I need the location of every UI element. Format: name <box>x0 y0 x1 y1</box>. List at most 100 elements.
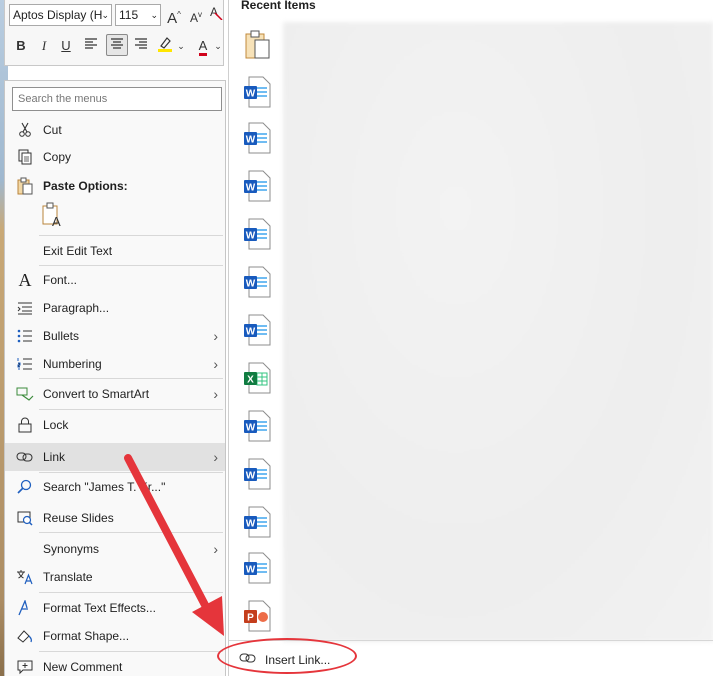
menu-label: Bullets <box>43 329 80 343</box>
word-doc-icon[interactable]: W <box>243 76 271 108</box>
paragraph-icon <box>15 298 35 318</box>
highlight-dropdown[interactable]: ⌄ <box>176 35 186 57</box>
scissors-icon <box>15 120 35 140</box>
search-icon <box>15 477 35 497</box>
menu-item-link[interactable]: Link › <box>5 443 225 471</box>
menu-separator <box>39 472 223 473</box>
menu-separator <box>39 592 223 593</box>
lock-icon <box>15 415 35 435</box>
menu-label: Paste Options: <box>43 179 128 193</box>
menu-item-copy[interactable]: Copy <box>5 144 225 170</box>
menu-label: Reuse Slides <box>43 511 114 525</box>
menu-item-translate[interactable]: Translate <box>5 564 225 590</box>
menu-label: Convert to SmartArt <box>43 387 150 401</box>
align-left-icon <box>85 38 97 49</box>
menu-label: Copy <box>43 150 72 164</box>
underline-button[interactable]: U <box>59 35 73 57</box>
word-doc-icon[interactable]: W <box>243 170 271 202</box>
menu-item-lock[interactable]: Lock <box>5 412 225 438</box>
svg-text:A: A <box>52 214 61 228</box>
menu-item-format-text-effects[interactable]: Format Text Effects... <box>5 595 225 621</box>
recent-items-title: Recent Items <box>241 0 316 12</box>
menu-separator <box>39 409 223 410</box>
chevron-right-icon: › <box>213 541 218 557</box>
blurred-recent-list <box>283 22 713 642</box>
font-name-combo[interactable]: Aptos Display (H ⌄ <box>9 4 112 26</box>
context-menu: Search the menus Cut Copy Paste Options:… <box>4 80 226 676</box>
word-doc-icon[interactable]: W <box>243 458 271 490</box>
menu-label: Cut <box>43 123 62 137</box>
menu-item-synonyms[interactable]: Synonyms › <box>5 536 225 562</box>
highlight-button[interactable] <box>155 35 175 57</box>
clear-formatting-icon: A <box>210 5 223 21</box>
menu-label: Paragraph... <box>43 301 110 315</box>
svg-text:W: W <box>246 423 256 434</box>
align-center-button[interactable] <box>106 34 128 56</box>
clipboard-icon[interactable] <box>243 28 271 60</box>
svg-text:W: W <box>246 565 256 576</box>
paste-keep-text-only-button[interactable]: A <box>41 202 67 230</box>
align-left-button[interactable] <box>83 35 99 57</box>
menu-item-exit-edit-text[interactable]: Exit Edit Text <box>5 238 225 264</box>
align-right-button[interactable] <box>133 35 149 57</box>
chevron-right-icon: › <box>213 449 218 465</box>
menu-label: Translate <box>43 570 93 584</box>
translate-icon <box>15 567 35 587</box>
chevron-right-icon: › <box>213 356 218 372</box>
menu-label: Synonyms <box>43 542 100 556</box>
menu-label: Lock <box>43 418 69 432</box>
menu-label: New Comment <box>43 660 123 674</box>
menu-item-convert-smartart[interactable]: Convert to SmartArt › <box>5 381 225 407</box>
word-doc-icon[interactable]: W <box>243 314 271 346</box>
menu-item-numbering[interactable]: Numbering › <box>5 351 225 377</box>
grow-font-button[interactable]: A^ <box>165 4 183 27</box>
font-color-button[interactable]: A <box>195 35 211 57</box>
chevron-down-icon: ⌄ <box>214 41 222 51</box>
word-doc-icon[interactable]: W <box>243 410 271 442</box>
shrink-font-button[interactable]: Av <box>188 4 204 26</box>
clear-formatting-button[interactable]: A <box>209 4 223 26</box>
chevron-right-icon: › <box>213 328 218 344</box>
bold-button[interactable]: B <box>13 35 29 57</box>
menu-item-new-comment[interactable]: New Comment <box>5 654 225 676</box>
paste-text-only-icon: A <box>42 202 61 229</box>
font-icon: A <box>18 269 32 290</box>
copy-icon <box>15 147 35 167</box>
menu-separator <box>39 532 223 533</box>
text-effects-icon <box>15 598 35 618</box>
menu-item-font[interactable]: A Font... <box>5 267 225 293</box>
svg-text:W: W <box>246 519 256 530</box>
reuse-slides-icon <box>15 508 35 528</box>
smartart-icon <box>15 384 35 404</box>
menu-item-reuse-slides[interactable]: Reuse Slides <box>5 505 225 531</box>
word-doc-icon[interactable]: W <box>243 218 271 250</box>
excel-doc-icon[interactable]: X <box>243 362 271 394</box>
menu-item-format-shape[interactable]: Format Shape... <box>5 623 225 649</box>
word-doc-icon[interactable]: W <box>243 552 271 584</box>
powerpoint-doc-icon[interactable]: P <box>243 600 271 632</box>
numbering-icon <box>15 354 35 374</box>
word-doc-icon[interactable]: W <box>243 122 271 154</box>
word-doc-icon[interactable]: W <box>243 266 271 298</box>
paste-icon <box>15 176 35 196</box>
font-size-value: 115 <box>119 8 139 22</box>
font-color-dropdown[interactable]: ⌄ <box>213 35 223 57</box>
format-shape-icon <box>15 626 35 646</box>
word-doc-icon[interactable]: W <box>243 506 271 538</box>
menu-item-paragraph[interactable]: Paragraph... <box>5 295 225 321</box>
menu-separator <box>39 235 223 236</box>
font-size-combo[interactable]: 115 ⌄ <box>115 4 161 26</box>
menu-separator <box>39 378 223 379</box>
menu-label: Format Text Effects... <box>43 601 156 615</box>
search-menus-input[interactable]: Search the menus <box>12 87 222 111</box>
chevron-down-icon: ⌄ <box>101 10 109 20</box>
menu-item-bullets[interactable]: Bullets › <box>5 323 225 349</box>
menu-item-paste-options: Paste Options: <box>5 173 225 199</box>
chevron-right-icon: › <box>213 386 218 402</box>
italic-button[interactable]: I <box>37 35 51 57</box>
menu-item-search[interactable]: Search "James T. Kr..." <box>5 474 225 500</box>
highlighter-icon <box>158 37 172 52</box>
mini-toolbar: Aptos Display (H ⌄ 115 ⌄ A^ Av A B I U ⌄… <box>4 0 224 66</box>
menu-item-cut[interactable]: Cut <box>5 117 225 143</box>
chevron-down-icon: ⌄ <box>150 10 158 20</box>
